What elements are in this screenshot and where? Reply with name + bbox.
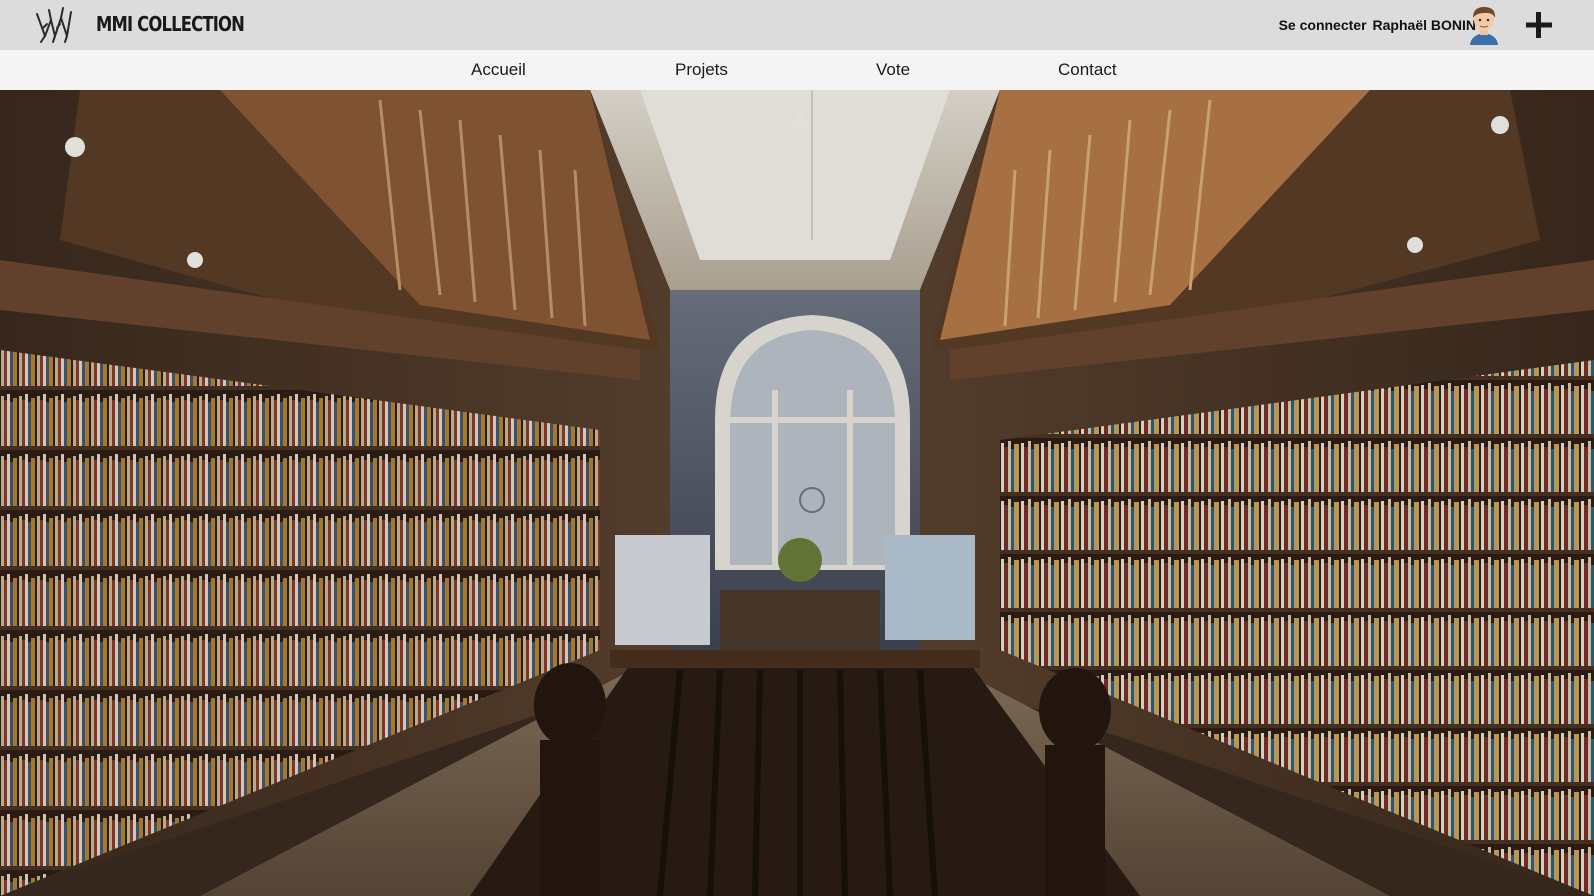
hero-image bbox=[0, 90, 1594, 896]
user-avatar-icon[interactable] bbox=[1467, 5, 1501, 45]
brand-title[interactable]: MMI COLLECTION bbox=[96, 11, 245, 37]
account-area: Se connecter Raphaël BONIN bbox=[1279, 15, 1476, 35]
login-link[interactable]: Se connecter bbox=[1279, 15, 1367, 35]
main-nav: Accueil Projets Vote Contact bbox=[0, 50, 1594, 90]
nav-item-accueil[interactable]: Accueil bbox=[471, 60, 526, 80]
nav-item-contact[interactable]: Contact bbox=[1058, 60, 1117, 80]
user-name[interactable]: Raphaël BONIN bbox=[1373, 15, 1476, 35]
crown-logo-icon[interactable] bbox=[33, 6, 73, 44]
top-bar: MMI COLLECTION Se connecter Raphaël BONI… bbox=[0, 0, 1594, 50]
plus-icon[interactable] bbox=[1524, 10, 1554, 40]
library-bookstore-interior-photo bbox=[0, 90, 1594, 896]
nav-item-projets[interactable]: Projets bbox=[675, 60, 728, 80]
nav-item-vote[interactable]: Vote bbox=[876, 60, 910, 80]
